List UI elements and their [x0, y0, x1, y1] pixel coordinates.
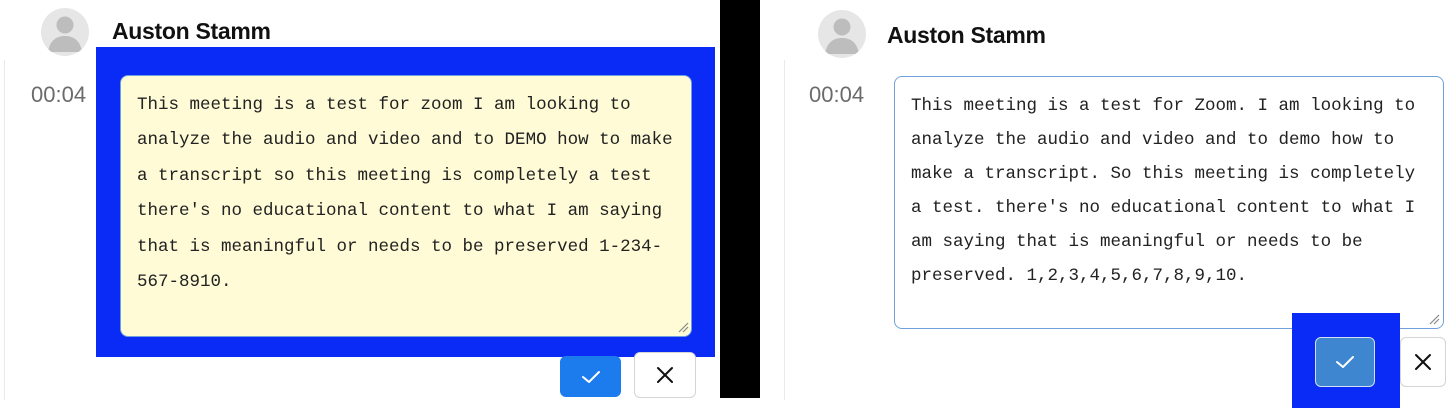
- transcript-panel-original: Auston Stamm 00:04 This meeting is a tes…: [0, 0, 720, 412]
- transcript-panel-edited: Auston Stamm 00:04 This meeting is a tes…: [760, 0, 1454, 412]
- cancel-edit-button[interactable]: [1400, 337, 1446, 387]
- comparison-divider: [720, 0, 760, 398]
- segment-timestamp[interactable]: 00:04: [809, 82, 864, 108]
- resize-grip-icon[interactable]: [677, 321, 689, 333]
- user-avatar-icon: [818, 10, 866, 58]
- user-avatar-icon: [41, 8, 89, 56]
- close-icon: [1415, 354, 1431, 370]
- checkmark-icon: [581, 370, 600, 383]
- speaker-name: Auston Stamm: [112, 18, 271, 44]
- resize-grip-icon[interactable]: [1428, 313, 1440, 325]
- panel-edge-line: [4, 60, 5, 400]
- confirm-edit-button[interactable]: [1315, 337, 1375, 387]
- confirm-edit-button[interactable]: [560, 356, 621, 397]
- segment-timestamp[interactable]: 00:04: [31, 82, 86, 108]
- close-icon: [657, 367, 673, 383]
- speaker-name: Auston Stamm: [887, 22, 1046, 48]
- checkmark-icon: [1336, 356, 1354, 368]
- transcript-text-editor[interactable]: This meeting is a test for zoom I am loo…: [120, 75, 692, 337]
- transcript-edit-comparison: Auston Stamm 00:04 This meeting is a tes…: [0, 0, 1454, 412]
- cancel-edit-button[interactable]: [634, 352, 696, 398]
- transcript-text-editor[interactable]: This meeting is a test for Zoom. I am lo…: [894, 76, 1444, 329]
- panel-edge-line: [784, 60, 785, 400]
